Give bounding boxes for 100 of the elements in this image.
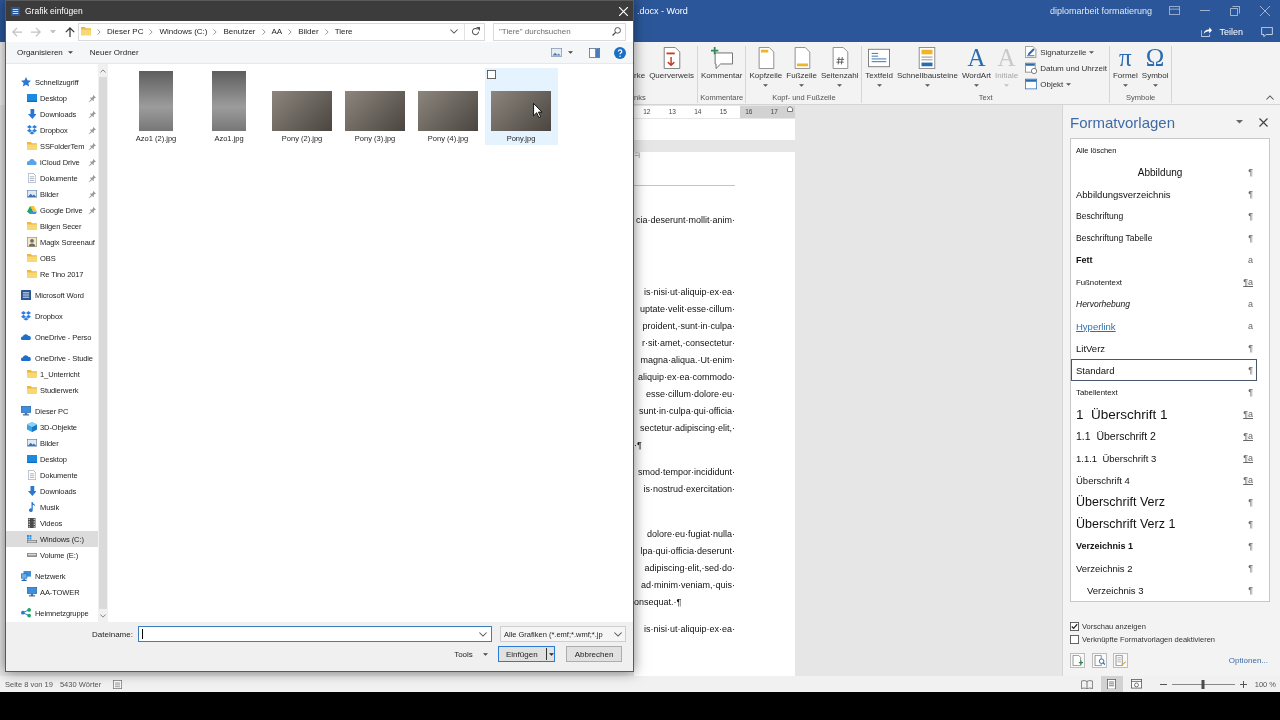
style-item[interactable]: Verzeichnis 1 ¶	[1071, 535, 1257, 557]
ribbon-button[interactable]: Signaturzeile	[1025, 46, 1107, 58]
network-nodes-icon	[21, 608, 31, 618]
style-item[interactable]: Überschrift Verz 1 ¶	[1071, 513, 1257, 535]
document-app-icon	[11, 6, 20, 16]
breadcrumb-item[interactable]: Windows (C:)	[159, 27, 208, 36]
up-icon[interactable]	[65, 26, 75, 37]
manage-styles-button[interactable]	[1113, 652, 1128, 668]
search-field[interactable]: "Tiere" durchsuchen	[493, 22, 626, 41]
style-item[interactable]: Beschriftung Tabelle ¶	[1071, 227, 1257, 249]
zoom-in-icon[interactable]	[1239, 680, 1247, 688]
scroll-up-icon[interactable]	[100, 69, 106, 73]
picture-icon	[27, 190, 37, 198]
collapse-ribbon-icon[interactable]	[1266, 95, 1274, 100]
contact-card-icon	[27, 237, 37, 247]
chevron-icon	[97, 28, 101, 35]
scroll-down-icon[interactable]	[100, 614, 106, 618]
refresh-icon[interactable]	[471, 27, 480, 36]
ribbon-button[interactable]: Kopfzeile	[748, 46, 784, 93]
style-item[interactable]: 1 Überschrift 1 ¶a	[1071, 403, 1257, 425]
ribbon-button[interactable]: A WordArt	[960, 46, 993, 93]
ribbon-button[interactable]: Ω Symbol	[1140, 46, 1170, 93]
menu-button[interactable]: Organisieren	[14, 44, 76, 61]
ribbon-button[interactable]: π Formel	[1111, 46, 1139, 93]
toolbar-button[interactable]: Neuer Ordner	[86, 44, 142, 61]
search-icon[interactable]	[612, 27, 621, 36]
print-layout-button[interactable]	[1100, 676, 1123, 692]
ribbon-display-icon[interactable]	[1169, 6, 1180, 15]
ribbon-button[interactable]: Seitenzahl	[820, 46, 860, 93]
ribbon-button[interactable]: Textfeld	[864, 46, 894, 93]
restore-icon[interactable]	[1230, 5, 1240, 16]
style-item[interactable]: LitVerz ¶	[1071, 337, 1257, 359]
breadcrumb-item[interactable]: Benutzer	[223, 27, 256, 36]
filename-field[interactable]	[137, 626, 492, 642]
style-item[interactable]: 1.1 Überschrift 2 ¶a	[1071, 425, 1257, 447]
style-inspector-button[interactable]	[1091, 652, 1107, 668]
share-button[interactable]: Teilen	[1201, 26, 1243, 37]
options-link[interactable]: Optionen...	[1228, 655, 1270, 665]
document-paragraph: is·nisi·ut·aliquip·ex·ea· uptate·velit·esse·cillum· proident,·sunt·in·culpa· r·sit·amet,·consectetur· magna·aliqua.·Ut·enim· aliquip·ex·ea·commodo· esse·cillum·dolore·eu· sunt·in·culpa·qui·officia· sectetur·adipiscing·elit,· ·¶	[634, 285, 735, 452]
folder-icon	[81, 27, 91, 36]
dialog-title: Grafik einfügen	[25, 6, 83, 16]
page-lines-icon[interactable]	[113, 679, 123, 689]
ribbon-button[interactable]: Datum und Uhrzeit	[1025, 62, 1107, 74]
address-bar[interactable]: Dieser PC Windows (C:) Benutzer AA Bilder Tiere	[78, 22, 485, 41]
folder-icon	[27, 253, 37, 263]
ribbon-button[interactable]: Objekt	[1025, 78, 1107, 90]
new-style-button[interactable]	[1070, 652, 1085, 668]
close-icon[interactable]	[1259, 117, 1268, 127]
breadcrumb-item[interactable]: Bilder	[298, 27, 319, 36]
style-item[interactable]: Verzeichnis 2 ¶	[1071, 557, 1257, 579]
style-item[interactable]: Hervorhebung a	[1071, 293, 1257, 315]
checkbox[interactable]	[1070, 622, 1079, 631]
style-type-marker: ¶	[1248, 387, 1253, 397]
caret-icon	[482, 652, 488, 656]
scrollbar[interactable]	[98, 64, 108, 622]
style-item[interactable]: Beschriftung ¶	[1071, 205, 1257, 227]
document-icon	[27, 173, 37, 183]
style-item[interactable]: Abbildung ¶	[1071, 161, 1257, 183]
style-item[interactable]: Abbildungsverzeichnis ¶	[1071, 183, 1257, 205]
cloud-icon	[21, 333, 31, 341]
style-item[interactable]: Überschrift 4 ¶a	[1071, 469, 1257, 491]
view-options-icon[interactable]	[551, 48, 562, 57]
style-item[interactable]: Hyperlink a	[1071, 315, 1257, 337]
photo-placeholder	[139, 71, 173, 131]
chevron-down-icon[interactable]	[450, 29, 458, 34]
dropdown-caret-icon[interactable]	[1236, 120, 1243, 124]
checkbox[interactable]	[486, 70, 496, 79]
ribbon-button[interactable]: Querverweis	[648, 46, 696, 93]
style-type-marker: ¶	[1248, 189, 1253, 199]
breadcrumb-item[interactable]: Dieser PC	[107, 27, 144, 36]
checkbox[interactable]	[1070, 635, 1079, 644]
comment-icon[interactable]	[1261, 26, 1273, 37]
style-type-marker: ¶	[1248, 233, 1253, 243]
style-item[interactable]: Verzeichnis 3 ¶	[1071, 579, 1257, 601]
scrollbar-thumb[interactable]	[99, 77, 107, 609]
slider-thumb[interactable]	[1201, 679, 1205, 689]
ribbon-button[interactable]: Schnellbausteine	[895, 46, 959, 93]
ribbon-button[interactable]: Fußzeile	[785, 46, 818, 93]
style-item[interactable]: Standard ¶	[1071, 359, 1257, 381]
style-item[interactable]: 1.1.1 Überschrift 3 ¶a	[1071, 447, 1257, 469]
split-button[interactable]: Einfügen	[498, 646, 555, 662]
style-item[interactable]: Fett a	[1071, 249, 1257, 271]
ribbon-button[interactable]: Kommentar	[700, 46, 744, 93]
preview-pane-icon[interactable]	[589, 47, 600, 58]
style-type-marker: a	[1248, 299, 1253, 309]
star-icon	[21, 77, 31, 87]
style-type-marker: ¶a	[1243, 453, 1253, 463]
breadcrumb-item[interactable]: Tiere	[334, 27, 353, 36]
cancel-button[interactable]: Abbrechen	[566, 646, 622, 662]
computer-icon	[27, 587, 37, 597]
window-title: .docx - Word	[637, 5, 688, 16]
ribbon-button[interactable]: rke	[634, 46, 647, 93]
breadcrumb-item[interactable]: AA	[271, 27, 283, 36]
document-paragraph: dolore·eu·fugiat·nulla· lpa·qui·officia·deserunt· adipiscing·elit,·sed·do· ad·minim·veniam,·quis· onsequat.·¶	[634, 527, 735, 609]
chevron-down-icon[interactable]	[478, 631, 487, 637]
manage-styles-icon	[1115, 654, 1126, 666]
style-item[interactable]: Überschrift Verz ¶	[1071, 491, 1257, 513]
help-icon[interactable]	[614, 46, 626, 59]
style-type-marker: ¶	[1248, 541, 1253, 551]
menu-button[interactable]: Tools	[452, 646, 490, 662]
